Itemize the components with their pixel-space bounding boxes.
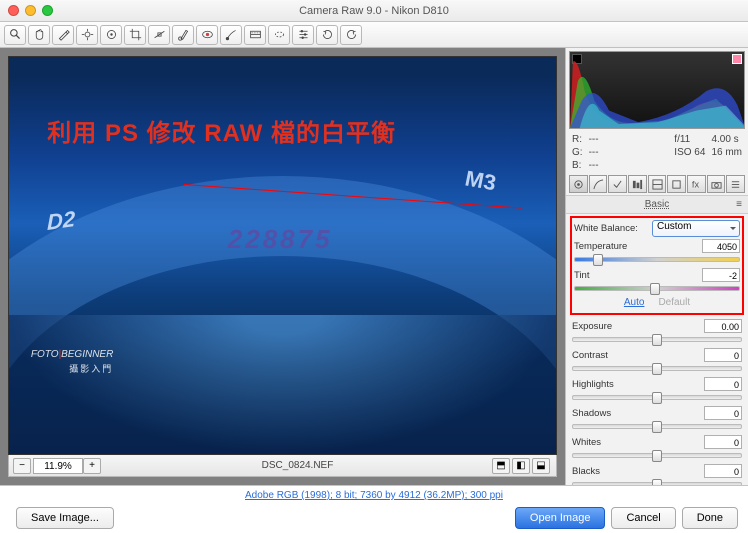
tab-camera[interactable] [707,175,726,193]
exposure-value[interactable]: 0.00 [704,319,742,333]
temperature-value[interactable]: 4050 [702,239,740,253]
targeted-adjustment-tool[interactable] [100,25,122,45]
graduated-filter-tool[interactable] [244,25,266,45]
white-balance-tool[interactable] [52,25,74,45]
straighten-tool[interactable] [148,25,170,45]
blacks-value[interactable]: 0 [704,464,742,478]
tab-lens[interactable] [667,175,686,193]
tab-presets[interactable] [726,175,745,193]
temperature-slider[interactable] [574,257,740,262]
shadows-slider[interactable] [572,424,742,429]
whites-slider[interactable] [572,453,742,458]
tab-split[interactable] [648,175,667,193]
annotation-text: 利用 PS 修改 RAW 檔的白平衡 [47,113,517,148]
contrast-value[interactable]: 0 [704,348,742,362]
white-balance-highlight: White Balance: Custom Temperature4050 Ti… [570,216,744,315]
white-balance-select[interactable]: Custom [652,220,740,237]
highlights-label: Highlights [572,379,704,390]
footer: Adobe RGB (1998); 8 bit; 7360 by 4912 (3… [0,485,748,533]
radial-filter-tool[interactable] [268,25,290,45]
done-button[interactable]: Done [682,507,738,529]
contrast-slider[interactable] [572,366,742,371]
open-image-button[interactable]: Open Image [515,507,606,529]
compare-button-3[interactable]: ⬓ [532,458,550,474]
preview-footer: − 11.9% + DSC_0824.NEF ⬒ ◧ ⬓ [8,455,557,477]
adjustment-brush-tool[interactable] [220,25,242,45]
tint-slider[interactable] [574,286,740,291]
blacks-label: Blacks [572,466,704,477]
workflow-link[interactable]: Adobe RGB (1998); 8 bit; 7360 by 4912 (3… [10,490,738,501]
filename: DSC_0824.NEF [103,460,492,471]
tab-hsl[interactable] [628,175,647,193]
toolbar [0,22,748,48]
contrast-label: Contrast [572,350,704,361]
blacks-slider[interactable] [572,482,742,485]
color-sampler-tool[interactable] [76,25,98,45]
zoom-out-button[interactable]: − [13,458,31,474]
exposure-label: Exposure [572,321,704,332]
tab-fx[interactable]: fx [687,175,706,193]
titlebar: Camera Raw 9.0 - Nikon D810 [0,0,748,22]
crop-tool[interactable] [124,25,146,45]
whites-label: Whites [572,437,704,448]
whites-value[interactable]: 0 [704,435,742,449]
tint-label: Tint [574,270,702,281]
temperature-label: Temperature [574,241,702,252]
preview-pane: D2 M3 利用 PS 修改 RAW 檔的白平衡 228875 FOTO|BEG… [0,48,565,485]
preview-image[interactable]: D2 M3 利用 PS 修改 RAW 檔的白平衡 228875 FOTO|BEG… [8,56,557,455]
compare-button-2[interactable]: ◧ [512,458,530,474]
auto-link[interactable]: Auto [624,297,645,308]
tab-basic[interactable] [569,175,588,193]
watermark: 228875 [228,224,333,255]
tab-curve[interactable] [589,175,608,193]
section-header-basic: Basic ≡ [566,195,748,214]
side-panel: R:---f/114.00 s G:---ISO 6416 mm B:--- f… [565,48,748,485]
highlights-value[interactable]: 0 [704,377,742,391]
cancel-button[interactable]: Cancel [611,507,675,529]
tint-value[interactable]: -2 [702,268,740,282]
window-title: Camera Raw 9.0 - Nikon D810 [0,5,748,17]
zoom-tool[interactable] [4,25,26,45]
seat-label-right: M3 [465,165,496,196]
highlights-slider[interactable] [572,395,742,400]
panel-tabs: fx [569,175,745,193]
spot-removal-tool[interactable] [172,25,194,45]
shadows-label: Shadows [572,408,704,419]
white-balance-label: White Balance: [574,223,652,234]
preferences-tool[interactable] [292,25,314,45]
shadows-value[interactable]: 0 [704,406,742,420]
save-image-button[interactable]: Save Image... [16,507,114,529]
zoom-in-button[interactable]: + [83,458,101,474]
seat-label-left: D2 [47,206,75,236]
tab-detail[interactable] [608,175,627,193]
compare-button-1[interactable]: ⬒ [492,458,510,474]
exposure-slider[interactable] [572,337,742,342]
panel-menu-icon[interactable]: ≡ [736,199,742,210]
default-link[interactable]: Default [658,297,690,308]
histogram[interactable] [569,51,745,129]
hand-tool[interactable] [28,25,50,45]
zoom-level[interactable]: 11.9% [33,458,83,474]
logo: FOTO|BEGINNER 攝影入門 [31,342,113,375]
rotate-cw-tool[interactable] [340,25,362,45]
svg-text:fx: fx [692,179,700,189]
red-eye-tool[interactable] [196,25,218,45]
rotate-ccw-tool[interactable] [316,25,338,45]
metadata: R:---f/114.00 s G:---ISO 6416 mm B:--- [566,132,748,173]
